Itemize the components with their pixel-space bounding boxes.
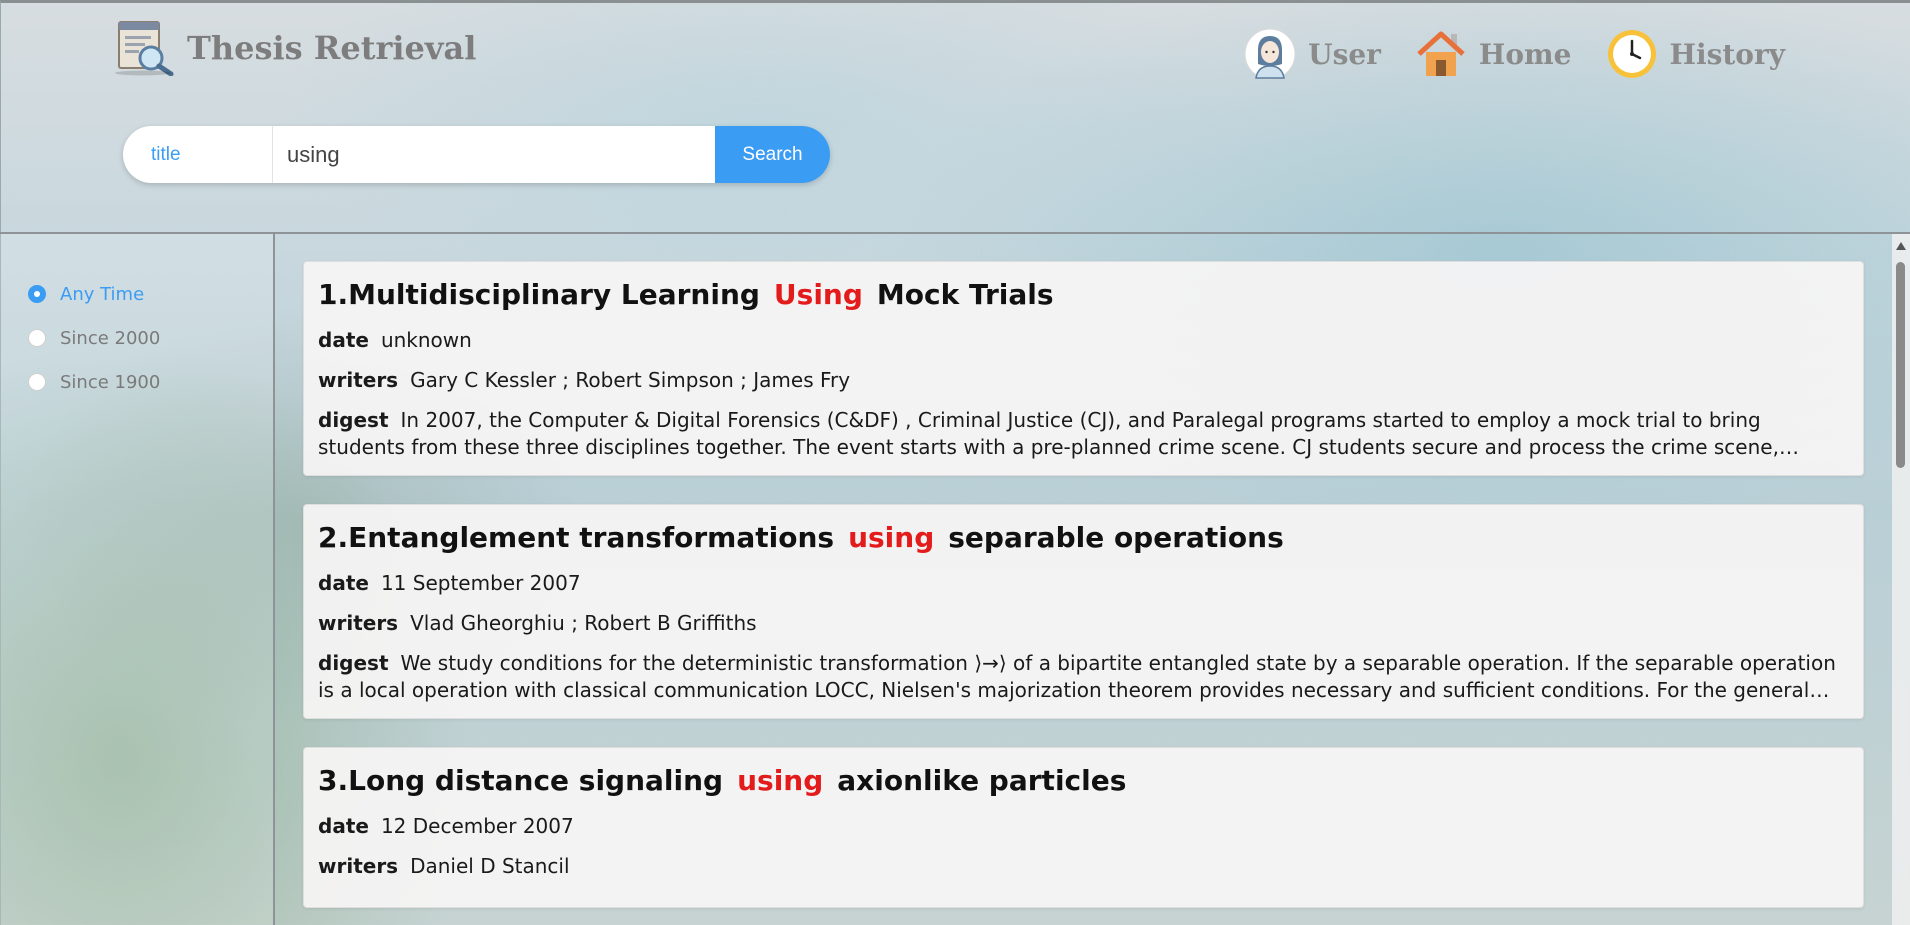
user-avatar-icon (1244, 28, 1296, 80)
digest-value: In 2007, the Computer & Digital Forensic… (318, 408, 1779, 459)
nav-home-label: Home (1478, 37, 1572, 71)
result-digest: digest We study conditions for the determ… (318, 650, 1848, 704)
app-logo[interactable]: Thesis Retrieval (113, 20, 477, 77)
result-card: 3.Long distance signaling using axionlike … (303, 747, 1864, 908)
result-writers: writers Gary C Kessler ; Robert Simpson ;… (318, 367, 1848, 394)
result-date: date 12 December 2007 (318, 813, 1848, 840)
search-button[interactable]: Search (715, 126, 830, 183)
date-value: 11 September 2007 (380, 571, 581, 595)
radio-unselected-icon[interactable] (28, 373, 46, 391)
sidebar-divider (273, 233, 275, 925)
scroll-thumb[interactable] (1896, 262, 1905, 468)
writers-value: Vlad Gheorghiu ; Robert B Griffiths (410, 611, 757, 635)
result-card: 1.Multidisciplinary Learning Using Mock Tr… (303, 261, 1864, 476)
digest-value: We study conditions for the deterministi… (318, 651, 1836, 702)
date-value: 12 December 2007 (380, 814, 574, 838)
result-index: 2. (318, 521, 349, 554)
writers-label: writers (318, 368, 399, 392)
writers-label: writers (318, 611, 399, 635)
result-title-highlight: using (737, 764, 824, 797)
result-title-text: Entanglement transformations (348, 521, 835, 554)
search-field-select[interactable]: title (123, 126, 273, 183)
result-writers: writers Daniel D Stancil (318, 853, 1848, 880)
date-label: date (318, 814, 369, 838)
search-input[interactable] (273, 126, 715, 183)
nav-user-label: User (1308, 37, 1381, 71)
result-digest: digest In 2007, the Computer & Digital Fo… (318, 407, 1848, 461)
date-label: date (318, 328, 369, 352)
writers-value: Gary C Kessler ; Robert Simpson ; James … (410, 368, 851, 392)
nav-history-label: History (1669, 37, 1786, 71)
result-date: date 11 September 2007 (318, 570, 1848, 597)
header-divider (0, 232, 1910, 234)
filter-label[interactable]: Since 2000 (60, 328, 160, 349)
app-title: Thesis Retrieval (187, 29, 477, 67)
results-scrollbar[interactable] (1892, 234, 1910, 925)
filter-since-2000[interactable]: Since 2000 (28, 316, 160, 360)
result-title[interactable]: 3.Long distance signaling using axionlike … (318, 764, 1848, 797)
filter-since-1900[interactable]: Since 1900 (28, 360, 160, 404)
result-title-highlight: Using (773, 278, 863, 311)
result-title[interactable]: 1.Multidisciplinary Learning Using Mock Tr… (318, 278, 1848, 311)
result-title-text: Multidisciplinary Learning (348, 278, 760, 311)
writers-label: writers (318, 854, 399, 878)
result-card: 2.Entanglement transformations using separ… (303, 504, 1864, 719)
nav-home[interactable]: Home (1415, 28, 1572, 80)
top-nav: User Home History (1244, 28, 1785, 80)
result-writers: writers Vlad Gheorghiu ; Robert B Griffit… (318, 610, 1848, 637)
digest-label: digest (318, 408, 389, 432)
result-title-text: separable operations (948, 521, 1284, 554)
filter-label[interactable]: Any Time (60, 284, 144, 305)
date-label: date (318, 571, 369, 595)
results-list: 1.Multidisciplinary Learning Using Mock Tr… (303, 261, 1864, 925)
home-icon (1415, 28, 1467, 80)
writers-value: Daniel D Stancil (410, 854, 570, 878)
radio-unselected-icon[interactable] (28, 329, 46, 347)
filter-sidebar: Any Time Since 2000 Since 1900 (0, 234, 273, 925)
nav-user[interactable]: User (1244, 28, 1381, 80)
result-index: 3. (318, 764, 349, 797)
filter-any-time[interactable]: Any Time (28, 272, 160, 316)
result-title[interactable]: 2.Entanglement transformations using separ… (318, 521, 1848, 554)
result-title-highlight: using (848, 521, 935, 554)
digest-label: digest (318, 651, 389, 675)
scroll-up-arrow-icon[interactable] (1896, 242, 1906, 250)
document-search-icon (113, 20, 179, 77)
nav-history[interactable]: History (1606, 28, 1786, 80)
result-date: date unknown (318, 327, 1848, 354)
search-bar: title Search (123, 126, 830, 183)
clock-icon (1606, 28, 1658, 80)
radio-selected-icon[interactable] (28, 285, 46, 303)
result-title-text: Long distance signaling (348, 764, 724, 797)
result-title-text: Mock Trials (876, 278, 1054, 311)
filter-label[interactable]: Since 1900 (60, 372, 160, 393)
result-index: 1. (318, 278, 349, 311)
result-title-text: axionlike particles (837, 764, 1127, 797)
time-filter-list: Any Time Since 2000 Since 1900 (28, 272, 160, 404)
date-value: unknown (380, 328, 472, 352)
